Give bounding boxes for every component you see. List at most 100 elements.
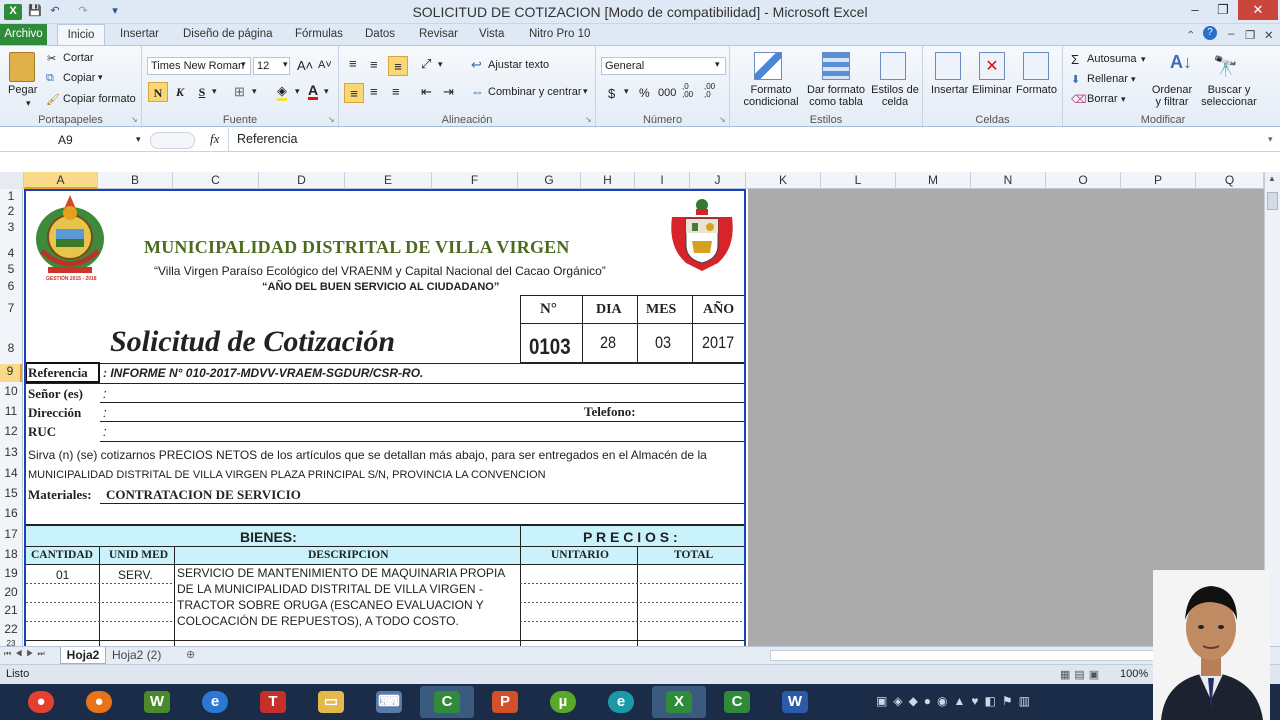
ribbon-minimize-icon[interactable]: – [1228,28,1234,40]
formula-expand-icon[interactable]: ▾ [1268,134,1273,145]
underline-button[interactable]: S [192,82,212,102]
row-header[interactable]: 13 [0,445,22,459]
column-header-e[interactable]: E [345,172,432,189]
shrink-font-icon[interactable]: A˅ [318,59,332,71]
row-header[interactable]: 22 [0,622,22,636]
delete-cells-button[interactable]: Eliminar [972,84,1012,96]
column-header-l[interactable]: L [821,172,896,189]
conditional-format-icon[interactable] [754,52,782,80]
insert-cells-button[interactable]: Insertar [931,84,968,96]
row-header[interactable]: 12 [0,424,22,438]
zoom-level[interactable]: 100% [1120,668,1148,680]
insert-cells-icon[interactable] [935,52,961,80]
fill-color-icon[interactable]: ◈ [277,84,287,101]
worksheet[interactable]: GESTIÓN 2015 - 2018 MUNICIPALIDAD DISTRI… [24,189,746,646]
font-color-dropdown-icon[interactable]: ▾ [324,86,329,97]
taskbar-explorer[interactable]: ▭ [304,686,358,718]
copy-dropdown-icon[interactable]: ▾ [98,72,103,83]
cut-button[interactable]: Cortar [63,52,94,64]
column-header-d[interactable]: D [259,172,345,189]
align-top-icon[interactable]: ≡ [349,56,357,71]
row-header[interactable]: 11 [0,404,22,418]
new-sheet-icon[interactable]: ⊕ [186,648,195,661]
row-header[interactable]: 14 [0,466,22,480]
font-name-select[interactable]: Times New Roman [147,57,251,75]
row-header[interactable]: 2 [0,204,22,218]
row-header[interactable]: 17 [0,527,22,541]
close-button[interactable]: ✕ [1238,0,1278,20]
conditional-format-button[interactable]: Formato condicional [738,84,804,108]
tab-archivo[interactable]: Archivo [0,24,47,45]
dialog-launcher-icon[interactable]: ↘ [585,115,592,124]
increase-indent-icon[interactable]: ⇥ [443,84,454,100]
delete-cells-icon[interactable]: ✕ [979,52,1005,80]
row-header[interactable]: 18 [0,547,22,561]
cut-icon[interactable]: ✂ [47,52,56,65]
merge-center-button[interactable]: Combinar y centrar [488,86,582,98]
sheet-nav-icon[interactable]: ⏮◀▶⏭ [4,649,49,659]
row-header[interactable]: 10 [0,384,22,398]
align-left-icon[interactable]: ≡ [344,83,364,103]
column-header-p[interactable]: P [1121,172,1196,189]
tab-revisar[interactable]: Revisar [419,28,458,40]
dialog-launcher-icon[interactable]: ↘ [328,115,335,124]
column-header-b[interactable]: B [98,172,173,189]
decrease-decimal-button[interactable]: ,00 ,0 [704,83,722,99]
restore-button[interactable]: ❐ [1208,0,1238,20]
row-header[interactable]: 16 [0,506,22,520]
row-header[interactable]: 5 [0,262,22,276]
clear-button[interactable]: Borrar [1087,93,1118,105]
find-select-icon[interactable]: 🔭 [1213,54,1238,79]
format-cells-icon[interactable] [1023,52,1049,80]
row-header[interactable]: 15 [0,486,22,500]
view-mode-icons[interactable]: ▦▤▣ [1060,668,1103,681]
column-header-m[interactable]: M [896,172,971,189]
currency-dropdown-icon[interactable]: ▾ [624,86,629,97]
select-all-corner[interactable] [0,172,24,189]
ribbon-close-icon[interactable]: ✕ [1264,28,1274,42]
thousands-button[interactable]: 000 [658,87,676,99]
fill-dropdown-icon[interactable]: ▾ [1131,74,1136,85]
borders-icon[interactable]: ⊞ [234,84,245,100]
taskbar-firefox[interactable]: ● [72,686,126,718]
row-header[interactable]: 21 [0,603,22,617]
taskbar-edge-app[interactable]: e [594,686,648,718]
taskbar-chrome[interactable]: ● [14,686,68,718]
align-right-icon[interactable]: ≡ [392,84,400,99]
dialog-launcher-icon[interactable]: ↘ [719,115,726,124]
row-header[interactable]: 20 [0,585,22,599]
taskbar-utorrent[interactable]: µ [536,686,590,718]
font-color-icon[interactable]: A [308,83,319,100]
column-header-a[interactable]: A [24,172,98,189]
format-as-table-icon[interactable] [822,52,850,80]
underline-dropdown-icon[interactable]: ▾ [212,86,217,97]
clear-icon[interactable]: ⌫ [1071,93,1087,106]
taskbar-t-app[interactable]: T [246,686,300,718]
tab-diseno-pagina[interactable]: Diseño de página [183,28,273,40]
taskbar-network[interactable]: ⌨ [362,686,416,718]
currency-button[interactable]: $ [608,86,615,101]
decrease-indent-icon[interactable]: ⇤ [421,84,432,100]
tab-inicio[interactable]: Inicio [57,24,105,46]
dialog-launcher-icon[interactable]: ↘ [131,115,138,124]
column-header-o[interactable]: O [1046,172,1121,189]
minimize-button[interactable]: – [1180,0,1210,20]
paste-icon[interactable] [9,52,35,82]
format-cells-button[interactable]: Formato [1016,84,1057,96]
merge-center-icon[interactable]: ⇔ [471,84,484,99]
formula-content[interactable]: Referencia [237,132,297,146]
row-header[interactable]: 7 [0,301,22,315]
help-icon[interactable]: ? [1203,26,1217,40]
autosum-icon[interactable]: Σ [1071,52,1079,67]
name-box-dropdown-icon[interactable]: ▾ [136,134,141,145]
row-header[interactable]: 3 [0,220,22,234]
row-header[interactable]: 4 [0,246,22,260]
tab-formulas[interactable]: Fórmulas [295,28,343,40]
ribbon-collapse-icon[interactable]: ⌃ [1186,28,1196,42]
copy-icon[interactable]: ⧉ [46,72,54,85]
tab-datos[interactable]: Datos [365,28,395,40]
fill-color-dropdown-icon[interactable]: ▾ [295,86,300,97]
sort-filter-icon[interactable]: A↓ [1170,52,1192,73]
align-bottom-icon[interactable]: ≡ [388,56,408,76]
wrap-text-icon[interactable]: ↩ [471,57,482,73]
